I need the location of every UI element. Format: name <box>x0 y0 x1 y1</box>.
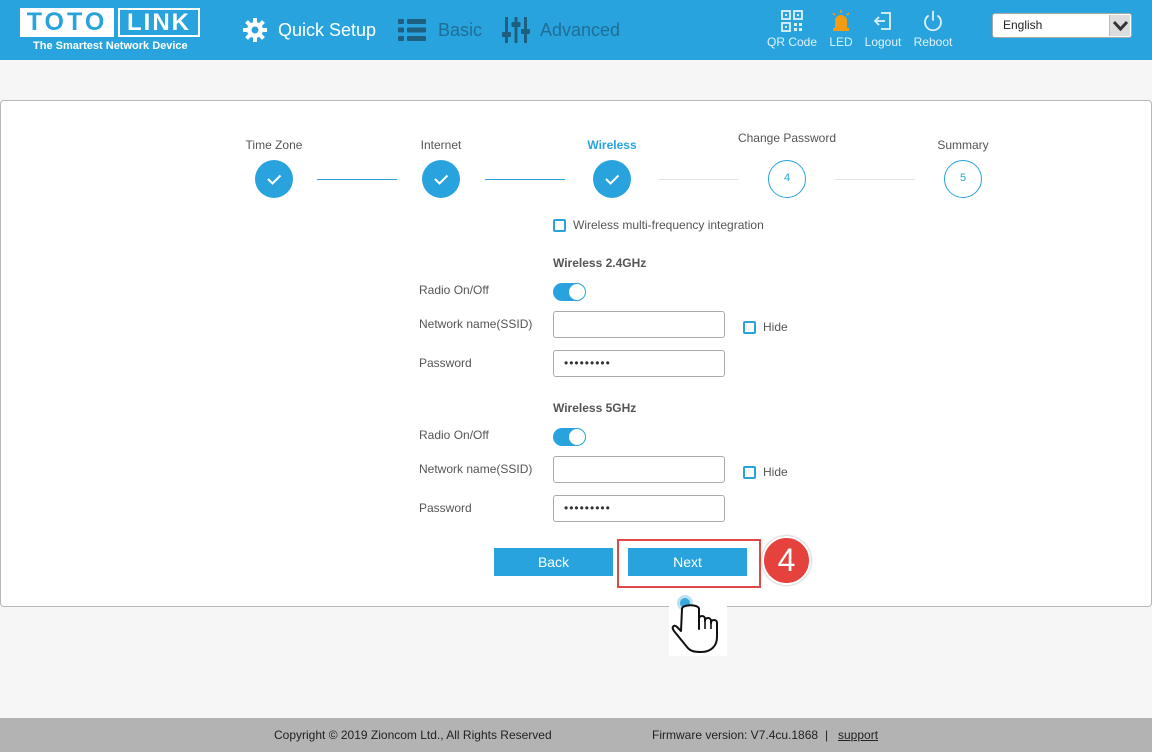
reboot-label: Reboot <box>913 35 953 49</box>
nav-basic-label: Basic <box>438 19 483 40</box>
step-connector <box>485 179 565 180</box>
footer-separator: | <box>825 728 829 742</box>
password-24-input[interactable]: ••••••••• <box>553 350 725 377</box>
nav-advanced[interactable]: Advanced <box>502 0 620 60</box>
logout-label: Logout <box>864 35 902 49</box>
list-icon <box>398 19 426 41</box>
ssid-24-input[interactable] <box>553 311 725 338</box>
step-label-time-zone: Time Zone <box>245 138 303 152</box>
check-icon <box>267 174 282 185</box>
nav-quick-setup[interactable]: Quick Setup <box>242 0 376 60</box>
chevron-down-icon <box>1109 15 1130 36</box>
language-select[interactable]: English <box>992 13 1132 38</box>
radio-5-label: Radio On/Off <box>419 428 489 442</box>
hide-5-label: Hide <box>763 465 788 479</box>
band-24-title: Wireless 2.4GHz <box>553 256 647 270</box>
language-selected: English <box>1003 18 1043 32</box>
step-internet <box>422 160 460 198</box>
step-label-change-password: Change Password <box>737 131 837 145</box>
nav-basic[interactable]: Basic <box>398 0 482 60</box>
ssid-5-input[interactable] <box>553 456 725 483</box>
reboot-button[interactable]: Reboot <box>903 10 963 54</box>
hide-5-checkbox[interactable] <box>743 466 756 479</box>
step-connector <box>835 179 915 180</box>
check-icon <box>605 174 620 185</box>
logout-icon <box>873 12 891 30</box>
radio-24-toggle[interactable] <box>553 283 586 301</box>
support-link[interactable]: support <box>838 728 878 742</box>
step-change-password: 4 <box>768 160 806 198</box>
multi-frequency-checkbox[interactable] <box>553 219 566 232</box>
led-label: LED <box>829 35 853 49</box>
band-5-title: Wireless 5GHz <box>553 401 637 415</box>
ssid-5-label: Network name(SSID) <box>419 462 533 476</box>
password-24-label: Password <box>419 356 472 370</box>
ssid-24-label: Network name(SSID) <box>419 317 533 331</box>
next-button-highlight <box>617 539 761 588</box>
logo-word-link: LINK <box>118 8 200 37</box>
step-time-zone <box>255 160 293 198</box>
hide-24-label: Hide <box>763 320 788 334</box>
check-icon <box>434 174 449 185</box>
nav-advanced-label: Advanced <box>540 19 621 40</box>
firmware-version: Firmware version: V7.4cu.1868 <box>652 728 819 742</box>
step-wireless <box>593 160 631 198</box>
multi-frequency-label: Wireless multi-frequency integration <box>573 218 764 232</box>
radio-24-label: Radio On/Off <box>419 283 489 297</box>
password-5-input[interactable]: ••••••••• <box>553 495 725 522</box>
power-icon <box>924 10 942 32</box>
totolink-logo[interactable]: TOTO LINK The Smartest Network Device <box>20 8 200 55</box>
nav-quick-setup-label: Quick Setup <box>278 19 377 40</box>
step-number-badge: 4 <box>762 536 811 585</box>
footer: Copyright © 2019 Zioncom Ltd., All Right… <box>0 718 1152 752</box>
copyright-text: Copyright © 2019 Zioncom Ltd., All Right… <box>274 728 552 742</box>
step-label-summary: Summary <box>937 138 989 152</box>
hide-24-checkbox[interactable] <box>743 321 756 334</box>
back-button[interactable]: Back <box>494 548 613 576</box>
password-5-label: Password <box>419 501 472 515</box>
led-icon <box>832 10 850 31</box>
logo-tagline: The Smartest Network Device <box>33 40 188 52</box>
gear-icon <box>243 18 267 42</box>
step-connector <box>317 179 397 180</box>
radio-5-toggle[interactable] <box>553 428 586 446</box>
qr-code-label: QR Code <box>766 35 818 49</box>
logo-word-toto: TOTO <box>20 8 114 37</box>
step-summary: 5 <box>944 160 982 198</box>
pointer-hand-icon <box>669 589 727 656</box>
step-connector <box>658 179 738 180</box>
sliders-icon <box>502 17 530 43</box>
qr-code-icon <box>781 10 803 32</box>
top-header: TOTO LINK The Smartest Network Device Qu… <box>0 0 1152 60</box>
step-label-wireless: Wireless <box>587 138 637 152</box>
step-label-internet: Internet <box>420 138 462 152</box>
